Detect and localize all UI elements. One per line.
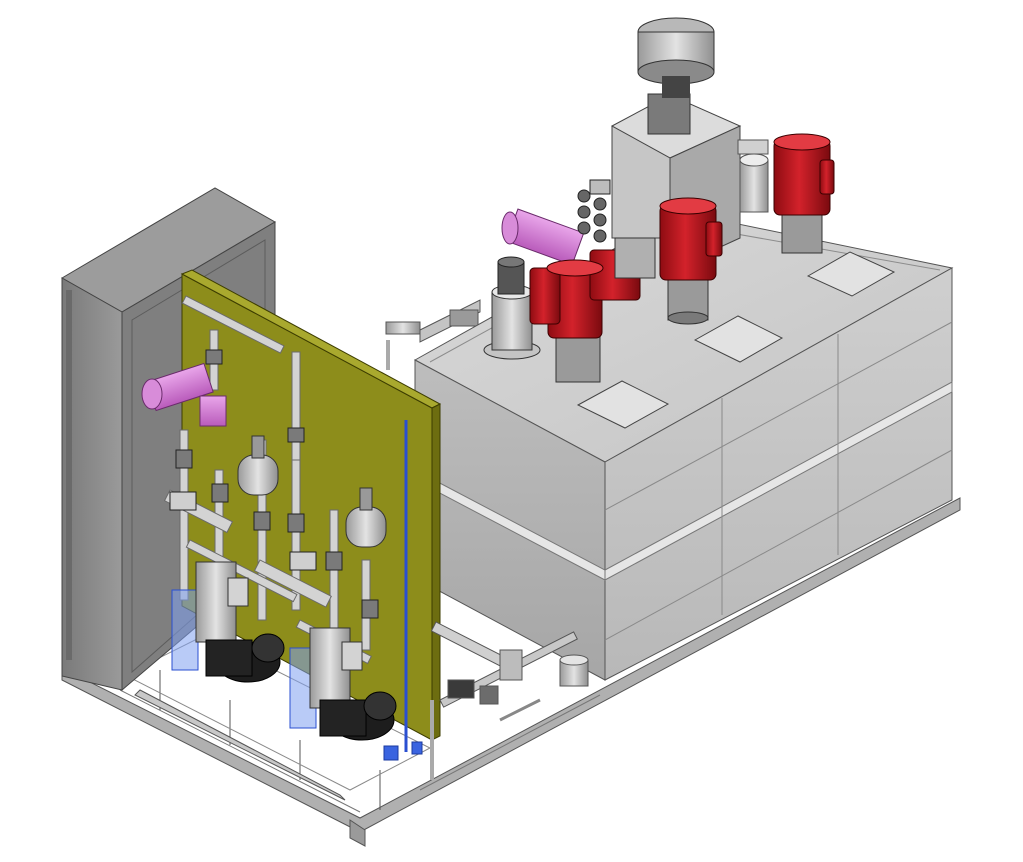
agitator-motor xyxy=(773,133,835,254)
cad-render xyxy=(61,17,961,847)
drive-chain xyxy=(577,179,611,243)
lower-piping xyxy=(430,621,589,780)
blue-fittings xyxy=(383,741,423,761)
inlet-pipe-tank xyxy=(501,208,585,266)
feeder-tube xyxy=(737,139,769,213)
